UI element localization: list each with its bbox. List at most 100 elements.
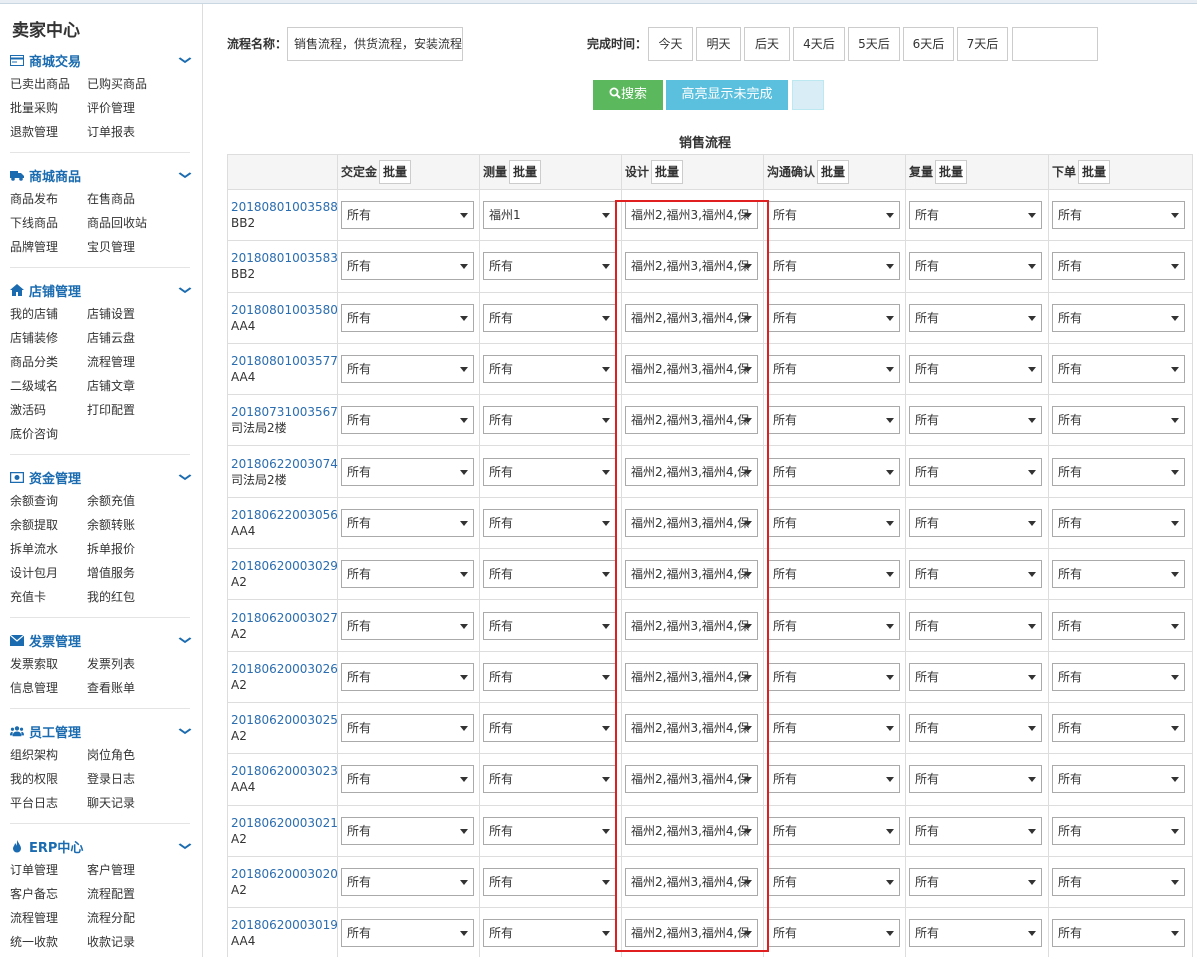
bulk-button[interactable]: 批量 (509, 160, 542, 184)
chevron-down-icon[interactable] (178, 470, 192, 484)
sidebar-item[interactable]: 打印配置 (87, 398, 177, 422)
assignee-select[interactable]: 福州2,福州3,福州4,保 (625, 303, 758, 332)
assignee-select[interactable]: 所有 (909, 252, 1042, 281)
sidebar-item[interactable]: 聊天记录 (87, 791, 177, 815)
sidebar-item[interactable]: 余额提取 (10, 513, 87, 537)
assignee-select[interactable]: 所有 (1052, 303, 1185, 332)
chevron-down-icon[interactable] (178, 724, 192, 738)
assignee-select[interactable]: 所有 (341, 406, 474, 435)
time-option-button[interactable]: 明天 (696, 27, 741, 61)
assignee-select[interactable]: 所有 (767, 714, 900, 743)
sidebar-item[interactable]: 登录日志 (87, 767, 177, 791)
chevron-down-icon[interactable] (178, 839, 192, 853)
order-id-link[interactable]: 20180801003577 (231, 353, 338, 369)
order-id-link[interactable]: 20180620003027 (231, 610, 338, 626)
sidebar-group-header[interactable]: 商城商品 (10, 163, 192, 187)
time-option-button[interactable]: 后天 (744, 27, 790, 61)
sidebar-item[interactable]: 余额查询 (10, 489, 87, 513)
assignee-select[interactable]: 所有 (341, 919, 474, 948)
assignee-select[interactable]: 所有 (483, 457, 616, 486)
sidebar-item[interactable]: 客户备忘 (10, 882, 87, 906)
assignee-select[interactable]: 所有 (767, 611, 900, 640)
sidebar-group-header[interactable]: 资金管理 (10, 465, 192, 489)
highlight-unfinished-button[interactable]: 高亮显示未完成 (666, 80, 788, 110)
assignee-select[interactable]: 福州2,福州3,福州4,保 (625, 765, 758, 794)
order-id-link[interactable]: 20180731003567 (231, 404, 338, 420)
sidebar-item[interactable]: 查看账单 (87, 676, 177, 700)
order-id-link[interactable]: 20180620003025 (231, 712, 338, 728)
sidebar-item[interactable]: 我的店铺 (10, 302, 87, 326)
time-option-button[interactable]: 7天后 (957, 27, 1008, 61)
order-id-link[interactable]: 20180622003056 (231, 507, 338, 523)
bulk-button[interactable]: 批量 (1078, 160, 1111, 184)
assignee-select[interactable]: 所有 (767, 252, 900, 281)
order-id-link[interactable]: 20180620003029 (231, 558, 338, 574)
assignee-select[interactable]: 所有 (341, 508, 474, 537)
assignee-select[interactable]: 所有 (1052, 714, 1185, 743)
sidebar-item[interactable]: 余额转账 (87, 513, 177, 537)
assignee-select[interactable]: 所有 (909, 662, 1042, 691)
assignee-select[interactable]: 所有 (767, 919, 900, 948)
sidebar-item[interactable]: 拆单报价 (87, 537, 177, 561)
sidebar-group-header[interactable]: 店铺管理 (10, 278, 192, 302)
assignee-select[interactable]: 所有 (1052, 611, 1185, 640)
sidebar-item[interactable]: 订单报表 (87, 120, 177, 144)
sidebar-item[interactable]: 激活码 (10, 398, 87, 422)
assignee-select[interactable]: 福州2,福州3,福州4,保 (625, 714, 758, 743)
assignee-select[interactable]: 所有 (341, 201, 474, 230)
sidebar-item[interactable]: 商品分类 (10, 350, 87, 374)
extra-button[interactable] (792, 80, 824, 110)
assignee-select[interactable]: 福州2,福州3,福州4,保 (625, 662, 758, 691)
flow-name-input[interactable]: 销售流程，供货流程，安装流程 (287, 27, 463, 61)
assignee-select[interactable]: 福州2,福州3,福州4,保 (625, 457, 758, 486)
assignee-select[interactable]: 所有 (483, 303, 616, 332)
assignee-select[interactable]: 所有 (483, 355, 616, 384)
assignee-select[interactable]: 所有 (1052, 508, 1185, 537)
assignee-select[interactable]: 所有 (1052, 201, 1185, 230)
assignee-select[interactable]: 所有 (341, 714, 474, 743)
assignee-select[interactable]: 所有 (909, 508, 1042, 537)
assignee-select[interactable]: 所有 (909, 457, 1042, 486)
sidebar-item[interactable]: 店铺设置 (87, 302, 177, 326)
assignee-select[interactable]: 所有 (341, 868, 474, 896)
sidebar-group-header[interactable]: 员工管理 (10, 719, 192, 743)
assignee-select[interactable]: 所有 (1052, 406, 1185, 435)
time-option-button[interactable]: 4天后 (793, 27, 845, 61)
order-id-link[interactable]: 20180801003580 (231, 302, 338, 318)
sidebar-item[interactable]: 品牌管理 (10, 235, 87, 259)
assignee-select[interactable]: 所有 (1052, 919, 1185, 948)
time-option-button[interactable]: 6天后 (903, 27, 954, 61)
assignee-select[interactable]: 所有 (767, 662, 900, 691)
assignee-select[interactable]: 所有 (341, 816, 474, 845)
order-id-link[interactable]: 20180801003588 (231, 199, 338, 215)
order-id-link[interactable]: 20180620003023 (231, 763, 338, 779)
assignee-select[interactable]: 所有 (341, 252, 474, 281)
assignee-select[interactable]: 所有 (341, 355, 474, 384)
sidebar-item[interactable]: 已购买商品 (87, 72, 177, 96)
sidebar-item[interactable]: 收款记录 (87, 930, 177, 954)
sidebar-item[interactable]: 拆单流水 (10, 537, 87, 561)
time-option-button[interactable]: 5天后 (848, 27, 900, 61)
order-id-link[interactable]: 20180620003026 (231, 661, 338, 677)
assignee-select[interactable]: 所有 (483, 508, 616, 537)
assignee-select[interactable]: 所有 (767, 765, 900, 794)
assignee-select[interactable]: 所有 (909, 611, 1042, 640)
sidebar-item[interactable]: 订单管理 (10, 858, 87, 882)
assignee-select[interactable]: 所有 (767, 560, 900, 589)
sidebar-item[interactable]: 设计包月 (10, 561, 87, 585)
sidebar-group-header[interactable]: 商城交易 (10, 48, 192, 72)
search-button[interactable]: 搜索 (593, 80, 663, 110)
sidebar-item[interactable]: 退款管理 (10, 120, 87, 144)
assignee-select[interactable]: 所有 (767, 406, 900, 435)
assignee-select[interactable]: 福州1 (483, 201, 616, 230)
assignee-select[interactable]: 所有 (483, 406, 616, 435)
assignee-select[interactable]: 所有 (767, 508, 900, 537)
sidebar-item[interactable]: 评价管理 (87, 96, 177, 120)
sidebar-item[interactable]: 二级域名 (10, 374, 87, 398)
assignee-select[interactable]: 所有 (1052, 355, 1185, 384)
assignee-select[interactable]: 所有 (909, 201, 1042, 230)
assignee-select[interactable]: 所有 (483, 714, 616, 743)
sidebar-item[interactable]: 充值卡 (10, 585, 87, 609)
assignee-select[interactable]: 所有 (767, 355, 900, 384)
assignee-select[interactable]: 所有 (483, 919, 616, 948)
